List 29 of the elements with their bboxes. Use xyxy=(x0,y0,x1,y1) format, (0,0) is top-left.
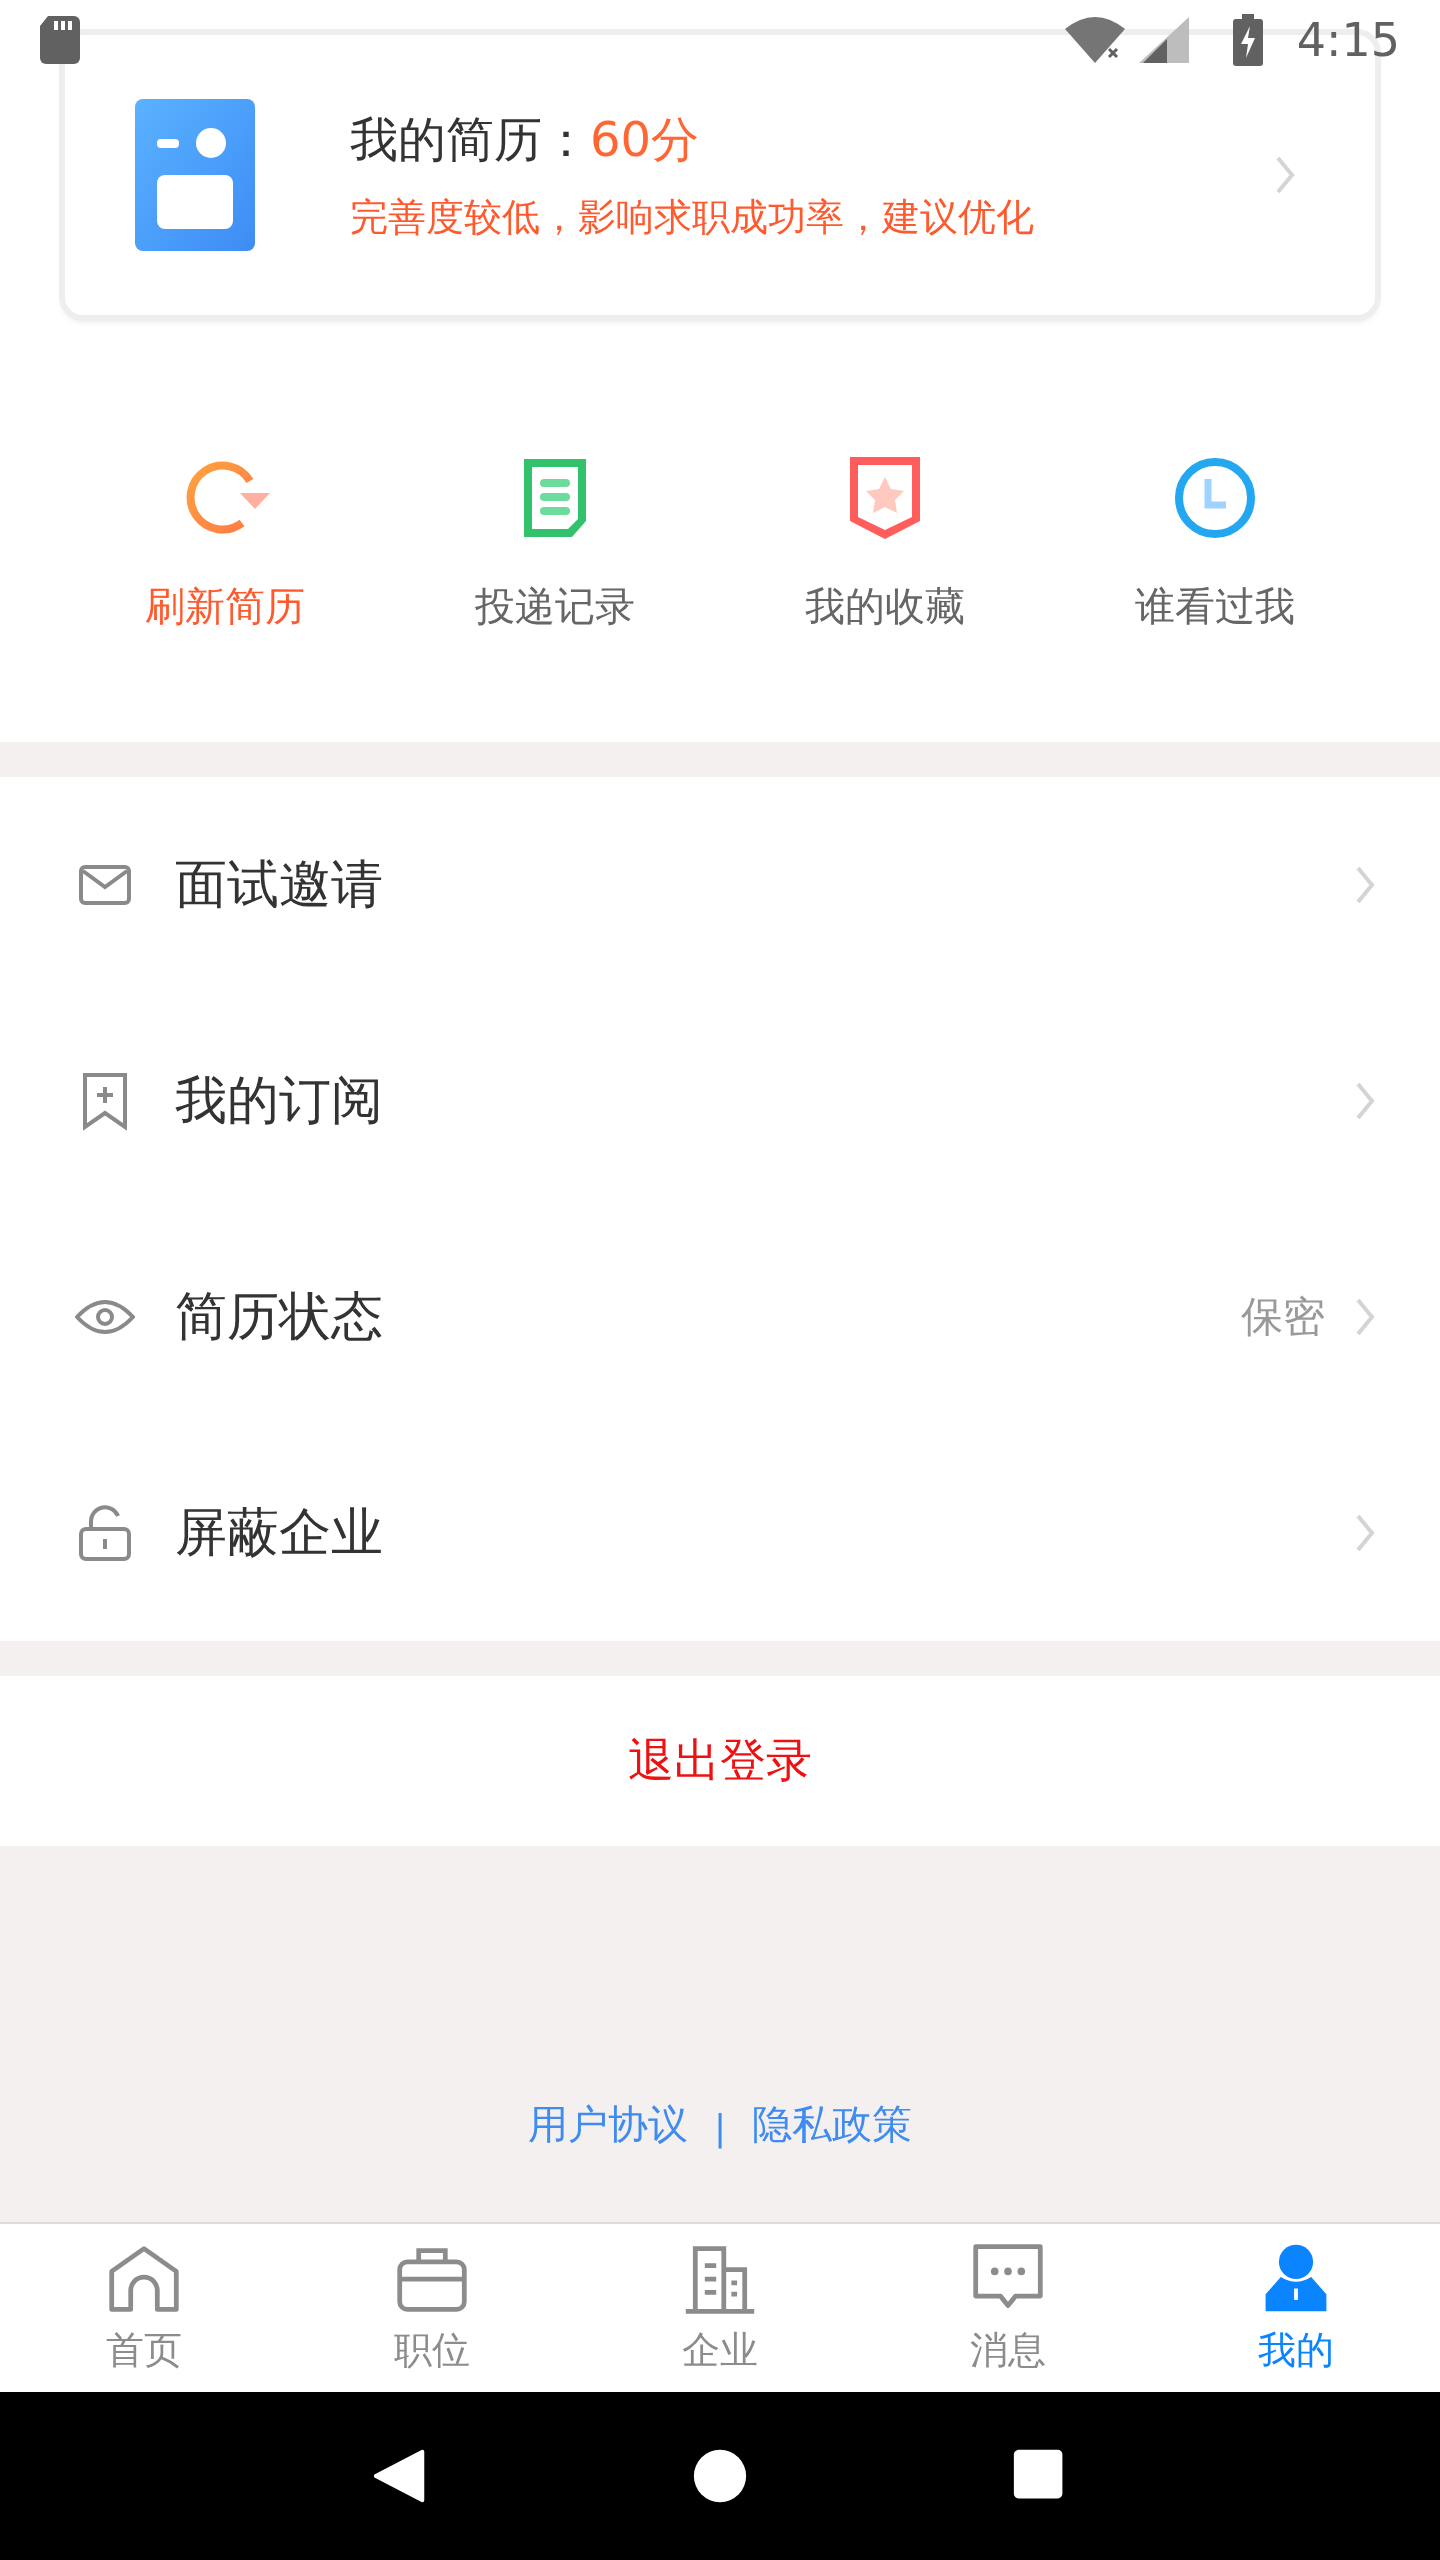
resume-icon xyxy=(135,99,255,251)
tab[interactable]: 消息 xyxy=(864,2224,1152,2392)
chevron-icon xyxy=(1355,1513,1375,1553)
user-agreement-link[interactable]: 用户协议 xyxy=(527,2097,688,2152)
tab[interactable]: 职位 xyxy=(288,2224,576,2392)
chevron-icon xyxy=(1355,1081,1375,1121)
quick-action[interactable]: 谁看过我 xyxy=(1095,453,1335,634)
tab[interactable]: 我的 xyxy=(1152,2224,1440,2392)
resume-hint: 完善度较低，影响求职成功率，建议优化 xyxy=(350,193,1035,241)
menu-item[interactable]: 屏蔽企业 xyxy=(0,1425,1440,1641)
resume-score: 我的简历：60分 xyxy=(350,109,701,169)
menu-value: 保密 xyxy=(1241,1291,1325,1343)
quick-action[interactable]: 我的收藏 xyxy=(765,453,1005,634)
chevron-icon xyxy=(1275,155,1295,195)
wifi-icon xyxy=(1064,17,1125,63)
quick-action[interactable]: 投递记录 xyxy=(435,453,675,634)
chevron-icon xyxy=(1355,865,1375,905)
sd-card-icon xyxy=(40,16,80,64)
menu-item[interactable]: 面试邀请 xyxy=(0,777,1440,993)
menu-item[interactable]: 简历状态 保密 xyxy=(0,1209,1440,1425)
privacy-policy-link[interactable]: 隐私政策 xyxy=(752,2097,913,2152)
link-separator: | xyxy=(713,2107,727,2151)
home-button-icon[interactable] xyxy=(692,2448,748,2504)
tab[interactable]: 企业 xyxy=(576,2224,864,2392)
tab[interactable]: 首页 xyxy=(0,2224,288,2392)
quick-action[interactable]: 刷新简历 xyxy=(105,453,345,634)
menu-item[interactable]: 我的订阅 xyxy=(0,993,1440,1209)
chevron-icon xyxy=(1355,1297,1375,1337)
battery-icon xyxy=(1232,14,1263,66)
